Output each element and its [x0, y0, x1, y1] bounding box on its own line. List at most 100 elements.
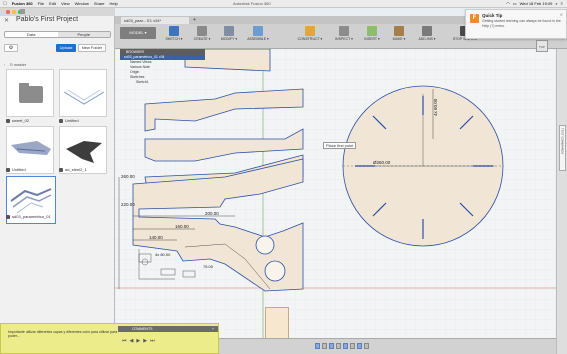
dim-140[interactable]: 140.00: [149, 235, 163, 240]
comments-bar[interactable]: COMMENTS +: [118, 326, 218, 332]
close-icon[interactable]: ✕: [560, 12, 563, 17]
hole[interactable]: [264, 260, 286, 282]
skip-end-icon[interactable]: ⏭: [150, 338, 155, 344]
notification-title: Quick Tip: [482, 13, 503, 18]
file-icon: [6, 119, 10, 123]
assemble-icon: [253, 26, 263, 36]
modify-icon: [224, 26, 234, 36]
chevron-left-icon[interactable]: ‹: [4, 62, 5, 67]
fusion-icon: F: [470, 14, 479, 23]
file-label[interactable]: ad_steel2_1: [59, 167, 87, 172]
menu-view[interactable]: View: [61, 1, 70, 6]
sketch-icon: [169, 26, 179, 36]
menu-file[interactable]: File: [38, 1, 44, 6]
file-icon: [59, 119, 63, 123]
close-window-button[interactable]: [6, 10, 10, 14]
tab-data[interactable]: Data: [5, 32, 58, 37]
step-back-icon[interactable]: ◀: [130, 338, 134, 344]
dim-260[interactable]: 260.00: [121, 174, 135, 179]
new-tab-icon[interactable]: +: [193, 17, 196, 23]
add-ins-menu[interactable]: ADD-INS ▾: [413, 26, 441, 48]
chat-text: Importante utilizar diferentes capas y d…: [8, 330, 118, 338]
dim-80[interactable]: 4x 80.00: [155, 252, 171, 257]
menu-window[interactable]: Window: [75, 1, 89, 6]
skip-start-icon[interactable]: ⏮: [122, 338, 127, 344]
file-thumbnail[interactable]: [59, 69, 107, 117]
step-forward-icon[interactable]: ▶: [143, 338, 147, 344]
file-label[interactable]: sweet_02: [6, 118, 29, 123]
add-ins-icon: [422, 26, 432, 36]
menu-list-icon[interactable]: ≡: [561, 1, 563, 6]
create-icon: [197, 26, 207, 36]
menu-share[interactable]: Share: [94, 1, 105, 6]
viewcube[interactable]: TOP: [536, 40, 548, 52]
close-panel-icon[interactable]: ✕: [4, 17, 9, 24]
branch-label: master: [13, 62, 27, 67]
branch-icon: ⊙: [9, 62, 13, 67]
play-icon[interactable]: ▶: [136, 338, 140, 344]
timeline-feature[interactable]: [329, 343, 334, 349]
new-folder-button[interactable]: New Folder: [78, 44, 106, 52]
upload-button[interactable]: Upload: [56, 44, 76, 52]
window-titlebar: [0, 8, 115, 16]
construct-menu[interactable]: CONSTRUCT ▾: [293, 26, 327, 48]
file-label[interactable]: Untitled: [59, 118, 79, 123]
file-icon: [6, 215, 10, 219]
add-comment-icon[interactable]: +: [212, 326, 214, 332]
apple-icon[interactable]: : [3, 1, 7, 7]
file-label[interactable]: Untitled: [6, 167, 26, 172]
branch-selector[interactable]: ‹ ⊙ master: [4, 62, 26, 67]
quick-tip-notification[interactable]: F Quick Tip Getting started learning can…: [465, 9, 567, 39]
dim-220[interactable]: 220.00: [121, 202, 135, 207]
clock[interactable]: Wed 18 Feb 19:09: [520, 1, 553, 6]
workspace-switcher[interactable]: MODEL ▾: [120, 27, 156, 39]
timeline-sketch[interactable]: [336, 343, 341, 349]
menu-edit[interactable]: Edit: [49, 1, 56, 6]
dim-circle-diameter[interactable]: Ø260.00: [373, 160, 391, 165]
grid-icon[interactable]: [20, 9, 25, 14]
inspect-menu[interactable]: INSPECT ▾: [331, 26, 357, 48]
comments-label: COMMENTS: [132, 327, 153, 331]
text-commands-tab[interactable]: TEXT COMMANDS: [559, 125, 566, 171]
make-icon: [394, 26, 404, 36]
settings-button[interactable]: ⚙: [4, 44, 18, 52]
panel-tabs: Data People: [4, 31, 111, 38]
timeline-feature[interactable]: [343, 343, 348, 349]
modify-menu[interactable]: MODIFY ▾: [216, 26, 242, 48]
timeline-feature[interactable]: [357, 343, 362, 349]
timeline-sketch[interactable]: [322, 343, 327, 349]
battery-icon[interactable]: ▭: [513, 1, 517, 6]
dim-75[interactable]: 75.00: [203, 264, 214, 269]
gear-icon: ⚙: [8, 45, 14, 51]
hole[interactable]: [255, 235, 275, 255]
tab-people[interactable]: People: [57, 32, 110, 37]
document-tab[interactable]: sd03_paar... E1 v34*: [121, 17, 189, 24]
search-icon[interactable]: ⌕: [555, 1, 557, 6]
dim-160[interactable]: 160.00: [175, 224, 189, 229]
menu-fusion[interactable]: Fusion 360: [12, 1, 33, 6]
construct-icon: [305, 26, 315, 36]
inspect-icon: [339, 26, 349, 36]
file-icon: [59, 168, 63, 172]
wifi-icon[interactable]: ◠: [506, 1, 510, 6]
timeline-feature[interactable]: [315, 343, 320, 349]
dim-200[interactable]: 200.00: [205, 211, 219, 216]
file-thumbnail[interactable]: [6, 69, 54, 117]
menu-help[interactable]: Help: [110, 1, 118, 6]
folder-icon: [19, 83, 43, 103]
browser-item[interactable]: Sketch1: [120, 80, 205, 85]
data-panel: ✕ Pablo's First Project Data People ⚙ Up…: [0, 8, 115, 354]
minimize-window-button[interactable]: [12, 10, 16, 14]
create-menu[interactable]: CREATE ▾: [189, 26, 215, 48]
insert-menu[interactable]: INSERT ▾: [359, 26, 385, 48]
dim-vertical[interactable]: 4x 60.00: [433, 98, 438, 116]
assemble-menu[interactable]: ASSEMBLE ▾: [243, 26, 273, 48]
file-label[interactable]: sd03_parametrico_01: [6, 214, 51, 219]
status-area: ◠ ▭ Wed 18 Feb 19:09 ⌕ ≡: [506, 1, 563, 6]
timeline-sketch[interactable]: [350, 343, 355, 349]
sketch-menu[interactable]: SKETCH ▾: [161, 26, 187, 48]
timeline-sketch[interactable]: [364, 343, 369, 349]
notification-body: Getting started learning can always be f…: [482, 19, 561, 28]
make-menu[interactable]: MAKE ▾: [387, 26, 411, 48]
insert-icon: [367, 26, 377, 36]
